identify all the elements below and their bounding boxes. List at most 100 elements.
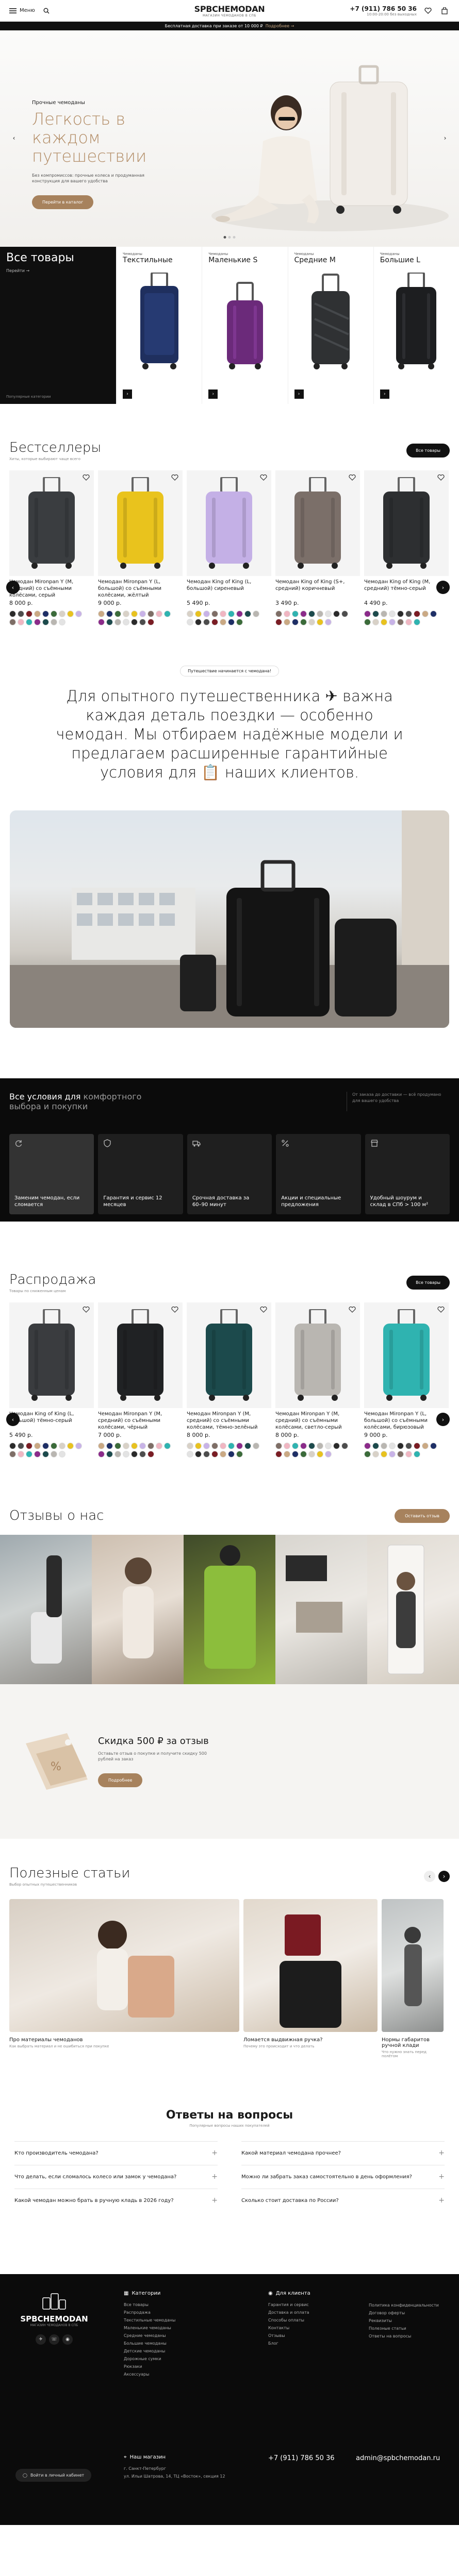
color-swatch[interactable] — [372, 611, 379, 617]
footer-link[interactable]: Гарантия и сервис — [268, 2302, 310, 2307]
color-swatch[interactable] — [300, 619, 307, 625]
color-swatch[interactable] — [308, 611, 315, 617]
color-swatch[interactable] — [18, 619, 24, 625]
color-swatch[interactable] — [98, 1443, 105, 1449]
color-swatch[interactable] — [9, 1451, 16, 1458]
color-swatch[interactable] — [333, 611, 340, 617]
color-swatch[interactable] — [341, 611, 348, 617]
color-swatch[interactable] — [18, 1443, 24, 1449]
color-swatch[interactable] — [139, 1443, 146, 1449]
product-card[interactable]: Чемодан King of King (S+, средний) корич… — [275, 470, 360, 625]
product-image[interactable] — [364, 470, 449, 576]
color-swatch[interactable] — [75, 611, 82, 617]
footer-link[interactable]: Контакты — [268, 2326, 310, 2330]
color-swatch[interactable] — [75, 1443, 82, 1449]
color-swatch[interactable] — [325, 619, 332, 625]
faq-item[interactable]: Какой чемодан можно брать в ручную кладь… — [14, 2189, 218, 2212]
product-card[interactable]: Чемодан King of King (M, средний) тёмно-… — [364, 470, 449, 625]
cart-button[interactable] — [439, 6, 450, 16]
color-swatch[interactable] — [372, 1451, 379, 1458]
category-arrow-button[interactable]: › — [208, 389, 218, 399]
footer-link[interactable]: Большие чемоданы — [124, 2341, 175, 2346]
color-swatch[interactable] — [51, 619, 57, 625]
footer-link[interactable]: Ответы на вопросы — [369, 2334, 439, 2338]
bestsellers-all-button[interactable]: Все товары — [406, 444, 450, 457]
color-swatch[interactable] — [244, 611, 251, 617]
review-photo[interactable] — [92, 1535, 184, 1684]
color-swatch[interactable] — [42, 1443, 49, 1449]
color-swatch[interactable] — [195, 1451, 202, 1458]
color-swatch[interactable] — [333, 1443, 340, 1449]
carousel-next-button[interactable]: › — [436, 581, 450, 594]
color-swatch[interactable] — [164, 611, 171, 617]
footer-link[interactable]: Политика конфиденциальности — [369, 2303, 439, 2308]
footer-link[interactable]: Все товары — [124, 2302, 175, 2307]
faq-item[interactable]: Можно ли забрать заказ самостоятельно в … — [241, 2165, 445, 2189]
promo-video[interactable] — [10, 810, 449, 1028]
color-swatch[interactable] — [106, 1443, 113, 1449]
color-swatch[interactable] — [236, 1451, 243, 1458]
color-swatch[interactable] — [341, 1443, 348, 1449]
articles-prev-button[interactable]: ‹ — [424, 1870, 435, 1882]
color-swatch[interactable] — [284, 611, 290, 617]
color-swatch[interactable] — [26, 1451, 32, 1458]
review-photo[interactable] — [275, 1535, 367, 1684]
color-swatch[interactable] — [292, 611, 299, 617]
color-swatch[interactable] — [414, 1443, 420, 1449]
color-swatch[interactable] — [114, 1443, 121, 1449]
hero-dot[interactable] — [228, 236, 231, 239]
carousel-prev-button[interactable]: ‹ — [6, 581, 20, 594]
heart-icon[interactable] — [437, 1307, 445, 1313]
color-swatch[interactable] — [203, 1443, 210, 1449]
color-swatch[interactable] — [422, 611, 429, 617]
hero-dot[interactable] — [233, 236, 236, 239]
heart-icon[interactable] — [437, 474, 445, 481]
color-swatch[interactable] — [228, 619, 235, 625]
color-swatch[interactable] — [139, 619, 146, 625]
product-name[interactable]: Чемодан King of King (S+, средний) корич… — [275, 579, 360, 599]
color-swatch[interactable] — [405, 619, 412, 625]
color-swatch[interactable] — [284, 1451, 290, 1458]
product-image[interactable] — [275, 1302, 360, 1408]
footer-link[interactable]: Блог — [268, 2341, 310, 2346]
product-image[interactable] — [187, 1302, 271, 1408]
color-swatch[interactable] — [156, 611, 162, 617]
color-swatch[interactable] — [203, 1451, 210, 1458]
category-arrow-button[interactable]: › — [380, 389, 389, 399]
product-name[interactable]: Чемодан Mironpan Y (M, средний) со съёмн… — [9, 579, 94, 599]
color-swatch[interactable] — [131, 1451, 138, 1458]
color-swatch[interactable] — [156, 1443, 162, 1449]
product-image[interactable] — [9, 470, 94, 576]
product-name[interactable]: Чемодан Mironpan Y (M, средний) со съёмн… — [187, 1411, 271, 1431]
color-swatch[interactable] — [42, 619, 49, 625]
color-swatch[interactable] — [317, 611, 323, 617]
color-swatch[interactable] — [292, 619, 299, 625]
color-swatch[interactable] — [414, 1451, 420, 1458]
hero-dot[interactable] — [223, 236, 226, 239]
color-swatch[interactable] — [430, 1443, 437, 1449]
product-name[interactable]: Чемодан King of King (L, большой) тёмно-… — [9, 1411, 94, 1431]
color-swatch[interactable] — [372, 1443, 379, 1449]
color-swatch[interactable] — [9, 619, 16, 625]
product-card[interactable]: Чемодан King of King (L, большой) тёмно-… — [9, 1302, 94, 1458]
search-button[interactable] — [41, 6, 52, 16]
category-all-link[interactable]: Перейти → — [6, 268, 110, 273]
logo[interactable]: SPBCHEMODAN МАГАЗИН ЧЕМОДАНОВ В СПБ — [194, 4, 265, 18]
color-swatch[interactable] — [220, 1443, 226, 1449]
color-swatch[interactable] — [381, 1451, 387, 1458]
sale-all-button[interactable]: Все товары — [406, 1276, 450, 1290]
faq-item[interactable]: Что делать, если сломалось колесо или за… — [14, 2165, 218, 2189]
color-swatch[interactable] — [187, 619, 193, 625]
color-swatch[interactable] — [236, 611, 243, 617]
telegram-icon[interactable]: ✈ — [36, 2334, 46, 2345]
article-card[interactable]: Нормы габаритов ручной клади Что нужно з… — [382, 1899, 444, 2058]
color-swatch[interactable] — [405, 611, 412, 617]
color-swatch[interactable] — [397, 1443, 404, 1449]
heart-icon[interactable] — [349, 474, 356, 481]
footer-link[interactable]: Способы оплаты — [268, 2318, 310, 2323]
hero-catalog-button[interactable]: Перейти в каталог — [32, 195, 94, 209]
vk-icon[interactable]: ◉ — [62, 2334, 73, 2345]
color-swatch[interactable] — [236, 619, 243, 625]
footer-link[interactable]: Аксессуары — [124, 2372, 175, 2377]
color-swatch[interactable] — [325, 1443, 332, 1449]
